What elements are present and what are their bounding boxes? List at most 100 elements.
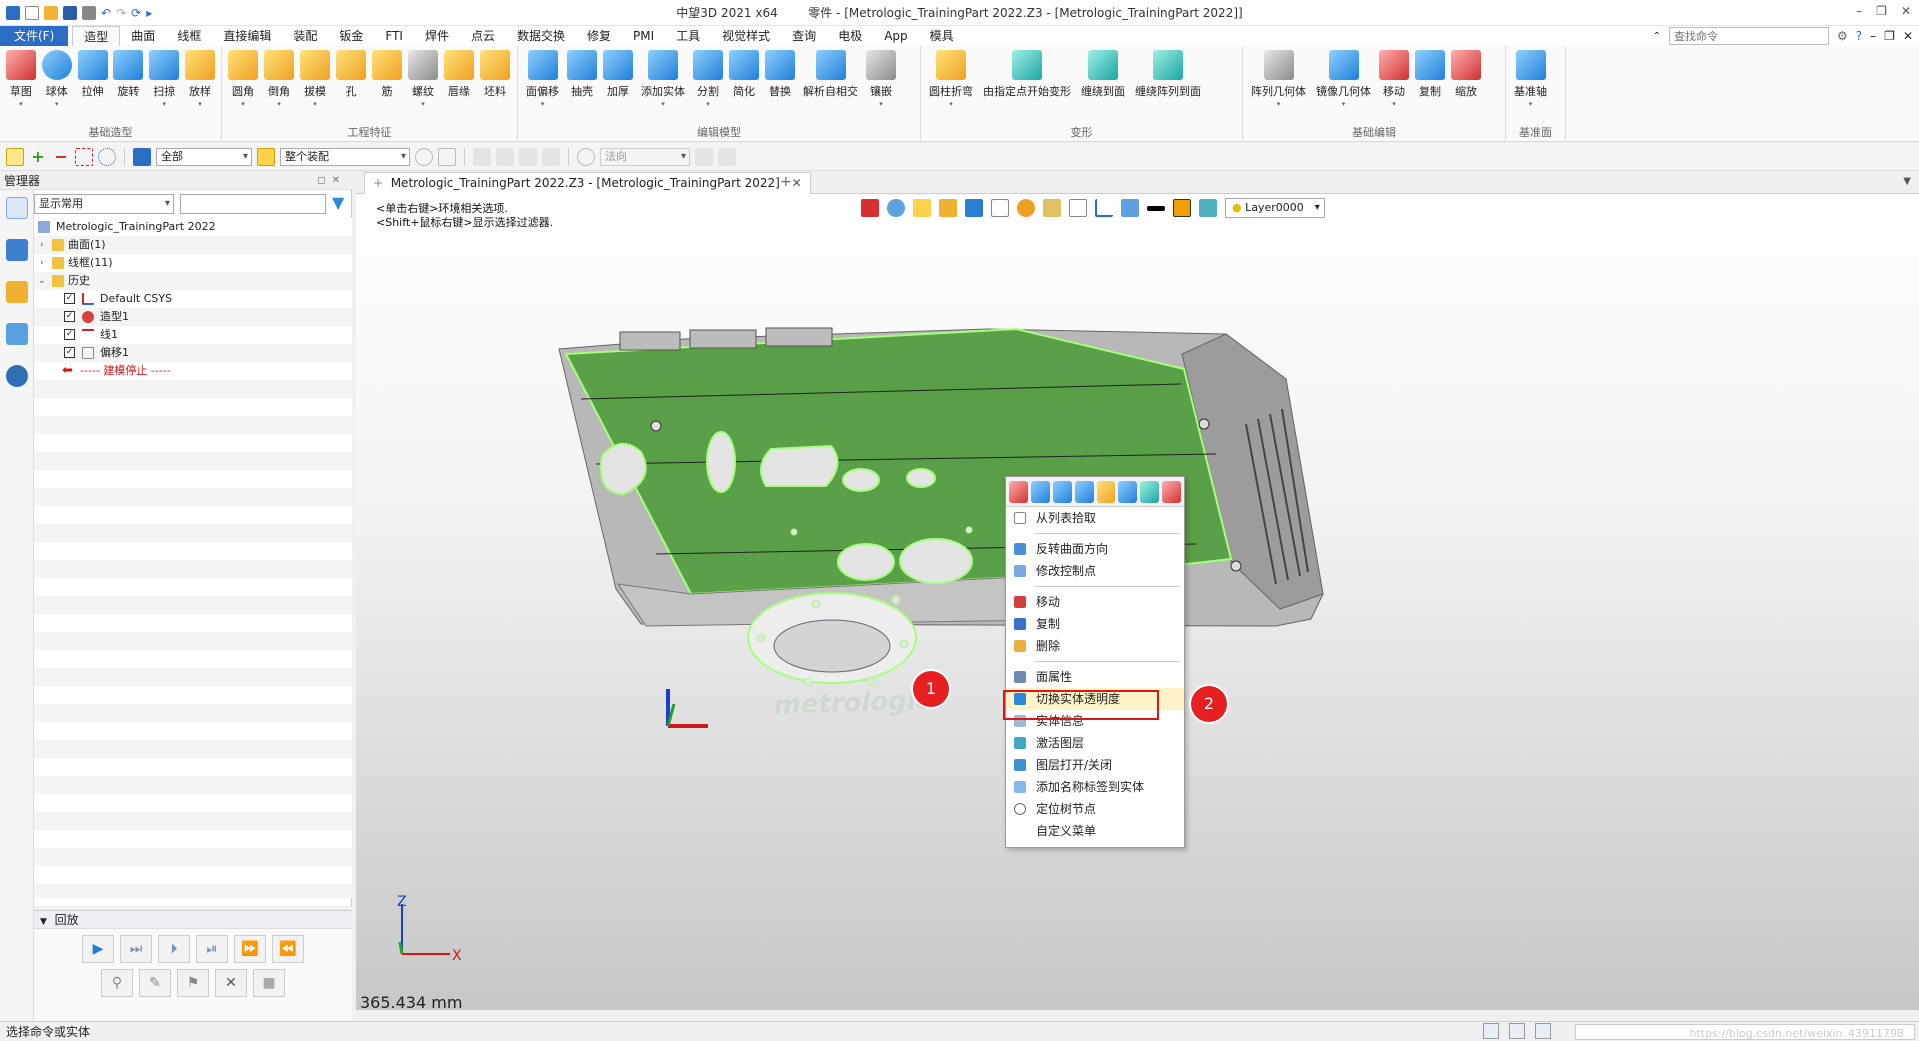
menu-add-name-tag[interactable]: 添加名称标签到实体 [1006, 776, 1184, 798]
filter-icon[interactable] [133, 147, 151, 166]
minimize-icon[interactable]: – [1856, 4, 1862, 18]
save-icon[interactable] [63, 5, 77, 20]
visibility-checkbox[interactable]: ✓ [64, 293, 75, 304]
filter-combo[interactable]: 全部 [156, 147, 252, 166]
menu-activate-layer[interactable]: 激活图层 [1006, 732, 1184, 754]
menu-tab-16[interactable]: App [873, 26, 918, 46]
menu-tab-15[interactable]: 电极 [827, 26, 873, 46]
menu-tab-9[interactable]: 数据交换 [506, 26, 576, 46]
collapse-icon[interactable]: ▼ [40, 917, 47, 927]
expand-icon[interactable]: › [40, 254, 44, 272]
menu-locate-tree-node[interactable]: 定位树节点 [1006, 798, 1184, 820]
tree-root[interactable]: Metrologic_TrainingPart 2022 [34, 218, 352, 236]
direction-combo[interactable]: 法向 [600, 147, 690, 166]
menu-reverse-surface[interactable]: 反转曲面方向 [1006, 538, 1184, 560]
pin-icon[interactable]: ◻ [317, 175, 331, 186]
document-tab[interactable]: + Metrologic_TrainingPart 2022.Z3 - [Met… [364, 172, 811, 194]
list-view-icon[interactable] [1535, 1023, 1551, 1039]
next-button[interactable]: ⏵ [158, 935, 190, 963]
menu-tab-11[interactable]: PMI [622, 26, 665, 46]
menu-tab-6[interactable]: FTI [374, 26, 414, 46]
menu-tab-4[interactable]: 装配 [282, 26, 328, 46]
file-menu[interactable]: 文件(F) [0, 26, 69, 46]
tree-node-shape1[interactable]: ✓ 造型1 [34, 308, 352, 326]
tab-close-icon[interactable]: ✕ [792, 176, 802, 190]
visibility-checkbox[interactable]: ✓ [64, 347, 75, 358]
pick-cursor-icon[interactable] [6, 147, 24, 166]
menu-tab-14[interactable]: 查询 [781, 26, 827, 46]
settings-icon[interactable]: ⚙ [1837, 29, 1848, 43]
tree-node-surfaces[interactable]: › 曲面(1) [34, 236, 352, 254]
quick-split-icon[interactable] [1140, 480, 1160, 503]
menu-copy[interactable]: 复制 [1006, 613, 1184, 635]
visibility-checkbox[interactable]: ✓ [64, 329, 75, 340]
playback-header[interactable]: ▼ 回放 [34, 911, 352, 929]
assembly-tree-icon[interactable] [6, 239, 28, 261]
rewind-button[interactable]: ⏪ [272, 935, 304, 963]
link-button[interactable]: ⚲ [101, 969, 133, 997]
menu-tab-1[interactable]: 曲面 [120, 26, 166, 46]
open-folder-icon[interactable] [44, 5, 58, 20]
view-icon[interactable] [6, 323, 28, 345]
menu-modify-control-points[interactable]: 修改控制点 [1006, 560, 1184, 582]
quick-shell-icon[interactable] [1052, 480, 1072, 503]
menu-tab-13[interactable]: 视觉样式 [711, 26, 781, 46]
doc-close-icon[interactable]: ✕ [1903, 29, 1913, 43]
refresh-icon[interactable]: ⟳ [131, 6, 141, 20]
print-icon[interactable] [82, 5, 96, 20]
menu-tab-0[interactable]: 造型 [72, 26, 121, 46]
scope-combo[interactable]: 整个装配 [280, 147, 410, 166]
assembly-scope-icon[interactable] [257, 147, 275, 166]
menu-tab-17[interactable]: 模具 [919, 26, 965, 46]
quick-simplify-icon[interactable] [1118, 480, 1138, 503]
menu-pick-from-list[interactable]: 从列表拾取 [1006, 507, 1184, 529]
menu-move[interactable]: 移动 [1006, 591, 1184, 613]
step-forward-button[interactable]: ⏭ [120, 935, 152, 963]
help-icon[interactable]: ? [1856, 29, 1862, 43]
restore-icon[interactable]: ❐ [1876, 4, 1887, 18]
tab-list-icon[interactable]: ▼ [1903, 176, 1911, 187]
tree-search-input[interactable] [180, 194, 326, 214]
add-icon[interactable]: + [29, 147, 47, 166]
collapse-icon[interactable]: ⌄ [38, 272, 46, 290]
quick-face-offset-icon[interactable] [1030, 480, 1050, 503]
quick-move-icon[interactable] [1009, 480, 1028, 503]
doc-restore-icon[interactable]: ❐ [1884, 29, 1895, 43]
new-file-icon[interactable] [25, 5, 39, 20]
close-icon[interactable]: ✕ [1901, 4, 1911, 18]
menu-delete[interactable]: 删除 [1006, 635, 1184, 657]
box-select-icon[interactable] [75, 147, 93, 166]
user-icon[interactable] [6, 365, 28, 387]
menu-tab-2[interactable]: 线框 [166, 26, 212, 46]
menu-tab-12[interactable]: 工具 [665, 26, 711, 46]
quick-thicken-icon[interactable] [1074, 480, 1094, 503]
menu-tab-7[interactable]: 焊件 [414, 26, 460, 46]
stop-button[interactable]: ■ [253, 969, 285, 997]
layout-icon[interactable] [1483, 1023, 1499, 1039]
run-icon[interactable]: ▸ [146, 6, 152, 20]
loop-button[interactable]: ⏯ [196, 935, 228, 963]
tree-node-wireframe[interactable]: › 线框(11) [34, 254, 352, 272]
display-mode-combo[interactable]: 显示常用 [34, 194, 174, 214]
quick-draft-icon[interactable] [1162, 480, 1181, 503]
visibility-checkbox[interactable]: ✓ [64, 311, 75, 322]
new-tab-icon[interactable]: + [780, 174, 792, 190]
tree-node-csys[interactable]: ✓ Default CSYS [34, 290, 352, 308]
tree-node-stop-marker[interactable]: ⬅ ----- 建模停止 ----- [34, 362, 352, 380]
menu-customize[interactable]: 自定义菜单 [1006, 820, 1184, 842]
doc-minimize-icon[interactable]: – [1870, 29, 1876, 43]
undo-icon[interactable]: ↶ [101, 6, 111, 20]
tree-node-offset1[interactable]: ✓ 偏移1 [34, 344, 352, 362]
menu-tab-5[interactable]: 钣金 [328, 26, 374, 46]
menu-face-properties[interactable]: 面属性 [1006, 666, 1184, 688]
tree-node-line1[interactable]: ✓ 线1 [34, 326, 352, 344]
fast-forward-button[interactable]: ⏩ [234, 935, 266, 963]
collapse-ribbon-icon[interactable]: ⌃ [1653, 31, 1661, 42]
quick-replace-icon[interactable] [1096, 480, 1116, 503]
tree-node-history[interactable]: ⌄ 历史 [34, 272, 352, 290]
command-search-input[interactable] [1669, 27, 1830, 45]
run-step-button[interactable]: ⚑ [177, 969, 209, 997]
remove-icon[interactable]: − [52, 147, 70, 166]
panel-close-icon[interactable]: ✕ [332, 175, 346, 186]
monitor-icon[interactable] [1509, 1023, 1525, 1039]
